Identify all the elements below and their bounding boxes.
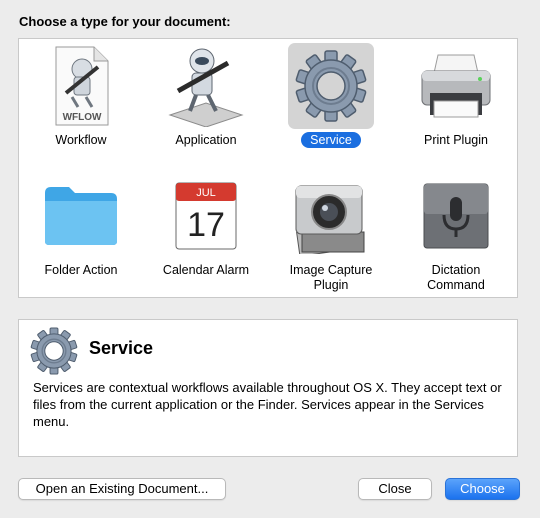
type-dictation-command[interactable]: Dictation Command	[394, 171, 518, 292]
gear-icon	[295, 50, 367, 122]
description-panel: Service Services are contextual workflow…	[18, 319, 518, 457]
type-service[interactable]: Service	[269, 41, 393, 161]
type-application[interactable]: Application	[144, 41, 268, 161]
type-label: Dictation Command	[427, 263, 485, 292]
type-folder-action[interactable]: Folder Action	[19, 171, 143, 291]
type-label: Folder Action	[44, 263, 118, 277]
gear-icon	[30, 327, 78, 375]
type-label: Workflow	[55, 133, 107, 147]
type-label: Application	[175, 133, 237, 147]
automator-robot-icon	[168, 48, 244, 127]
description-title: Service	[89, 338, 154, 358]
workflow-file-icon: WFLOW	[55, 46, 109, 126]
type-label: Service	[269, 132, 393, 148]
open-existing-document-button[interactable]: Open an Existing Document...	[18, 478, 226, 500]
type-print-plugin[interactable]: Print Plugin	[394, 41, 518, 161]
type-image-capture-plugin[interactable]: Image Capture Plugin	[269, 171, 393, 292]
type-label: Calendar Alarm	[162, 263, 250, 277]
folder-icon	[45, 187, 117, 245]
microphone-icon	[423, 183, 489, 249]
camera-icon	[295, 185, 365, 254]
type-label: Image Capture Plugin	[289, 263, 373, 292]
dialog-heading: Choose a type for your document:	[19, 14, 231, 29]
type-workflow[interactable]: WFLOW Workflow	[19, 41, 143, 161]
calendar-icon: JUL 17	[175, 182, 237, 250]
svg-text:JUL: JUL	[196, 187, 216, 199]
description-text: Services are contextual workflows availa…	[33, 380, 502, 429]
svg-text:17: 17	[187, 206, 225, 244]
choose-button[interactable]: Choose	[445, 478, 520, 500]
type-label: Print Plugin	[424, 133, 488, 147]
svg-text:WFLOW: WFLOW	[63, 112, 102, 123]
type-calendar-alarm[interactable]: JUL 17 Calendar Alarm	[144, 171, 268, 291]
close-button[interactable]: Close	[358, 478, 432, 500]
printer-icon	[421, 54, 491, 118]
document-type-grid: WFLOW Workflow Application Service Print…	[18, 38, 518, 298]
